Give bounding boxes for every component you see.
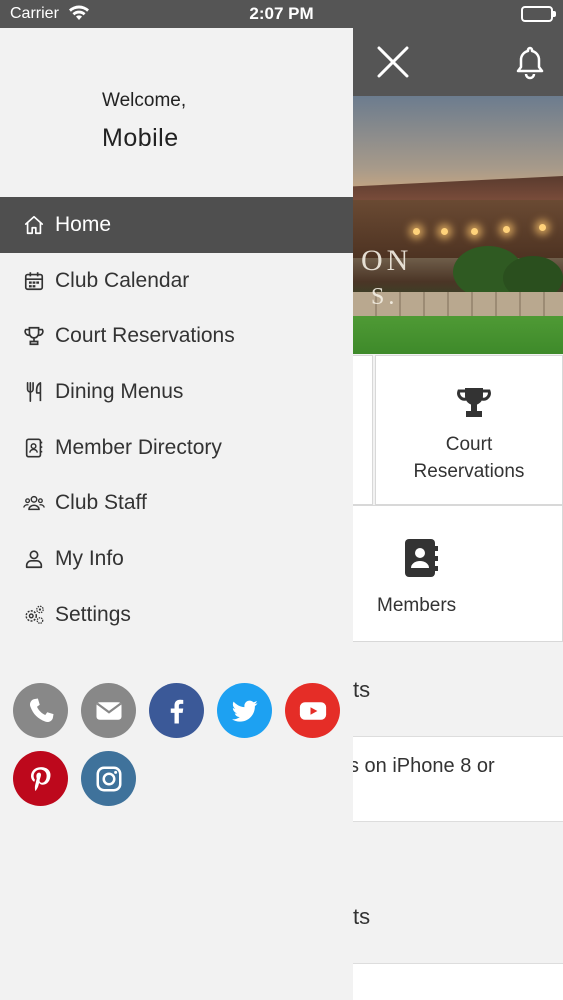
instagram-button[interactable]: [81, 751, 136, 806]
section-heading: ts: [353, 677, 371, 702]
tile-partial[interactable]: [353, 355, 373, 505]
tile-label: Court Reservations: [413, 434, 525, 482]
side-drawer: Welcome, Mobile Home Club Calendar Court…: [0, 28, 353, 1000]
notifications-button[interactable]: [513, 44, 547, 80]
menu-item-club-staff[interactable]: Club Staff: [0, 475, 353, 531]
battery-icon: [521, 6, 556, 22]
twitter-icon: [231, 700, 257, 722]
menu-item-my-info[interactable]: My Info: [0, 531, 353, 587]
trophy-icon: [457, 388, 491, 417]
list-item[interactable]: s on iPhone 8 or: [353, 736, 563, 822]
gears-icon: [22, 603, 46, 627]
clock: 2:07 PM: [249, 4, 314, 23]
tile-court-reservations[interactable]: Court Reservations: [375, 355, 563, 505]
address-book-icon: [22, 436, 46, 460]
menu-item-settings[interactable]: Settings: [0, 587, 353, 643]
utensils-icon: [22, 380, 46, 404]
section-heading: ts: [353, 904, 371, 929]
address-book-icon: [405, 539, 438, 577]
menu-item-label: My Info: [55, 546, 124, 570]
close-menu-button[interactable]: [375, 44, 411, 80]
email-icon: [95, 701, 122, 720]
menu-item-label: Dining Menus: [55, 379, 184, 403]
menu-item-member-directory[interactable]: Member Directory: [0, 420, 353, 476]
home-screen: ON S. Court Reservations Members ts s on …: [353, 28, 563, 1000]
clubhouse-photo: ON S.: [353, 96, 563, 354]
menu-item-club-calendar[interactable]: Club Calendar: [0, 253, 353, 309]
menu-item-label: Court Reservations: [55, 324, 235, 348]
drawer-menu: Home Club Calendar Court Reservations Di…: [0, 197, 353, 643]
home-icon: [22, 213, 46, 237]
close-icon: [377, 46, 409, 78]
facebook-icon: [170, 699, 183, 723]
youtube-button[interactable]: [285, 683, 340, 738]
menu-item-label: Member Directory: [55, 435, 222, 459]
list-item-text: s on iPhone 8 or: [353, 755, 495, 777]
pinterest-icon: [30, 766, 50, 791]
welcome-text: Welcome,: [102, 90, 187, 111]
menu-item-label: Home: [55, 212, 112, 236]
youtube-icon: [299, 701, 326, 720]
users-icon: [22, 491, 46, 515]
phone-icon: [29, 698, 53, 722]
menu-item-label: Settings: [55, 602, 131, 626]
menu-item-court-reservations[interactable]: Court Reservations: [0, 308, 353, 364]
menu-item-home[interactable]: Home: [0, 197, 353, 253]
email-button[interactable]: [81, 683, 136, 738]
menu-item-dining-menus[interactable]: Dining Menus: [0, 364, 353, 420]
facebook-button[interactable]: [149, 683, 204, 738]
menu-item-label: Club Calendar: [55, 268, 190, 292]
status-bar: Carrier 2:07 PM: [0, 0, 563, 28]
pinterest-button[interactable]: [13, 751, 68, 806]
calendar-icon: [22, 269, 46, 293]
bell-icon: [516, 46, 544, 80]
top-bar: [353, 28, 563, 96]
tile-members[interactable]: Members: [353, 505, 563, 642]
hero-text: ON S.: [361, 244, 413, 310]
user-icon: [22, 547, 46, 571]
instagram-icon: [96, 766, 121, 791]
twitter-button[interactable]: [217, 683, 272, 738]
user-name: Mobile: [102, 124, 179, 152]
list-item[interactable]: [353, 963, 563, 1000]
phone-button[interactable]: [13, 683, 68, 738]
menu-item-label: Club Staff: [55, 491, 147, 515]
trophy-icon: [22, 324, 46, 348]
tile-label: Members: [377, 595, 457, 616]
